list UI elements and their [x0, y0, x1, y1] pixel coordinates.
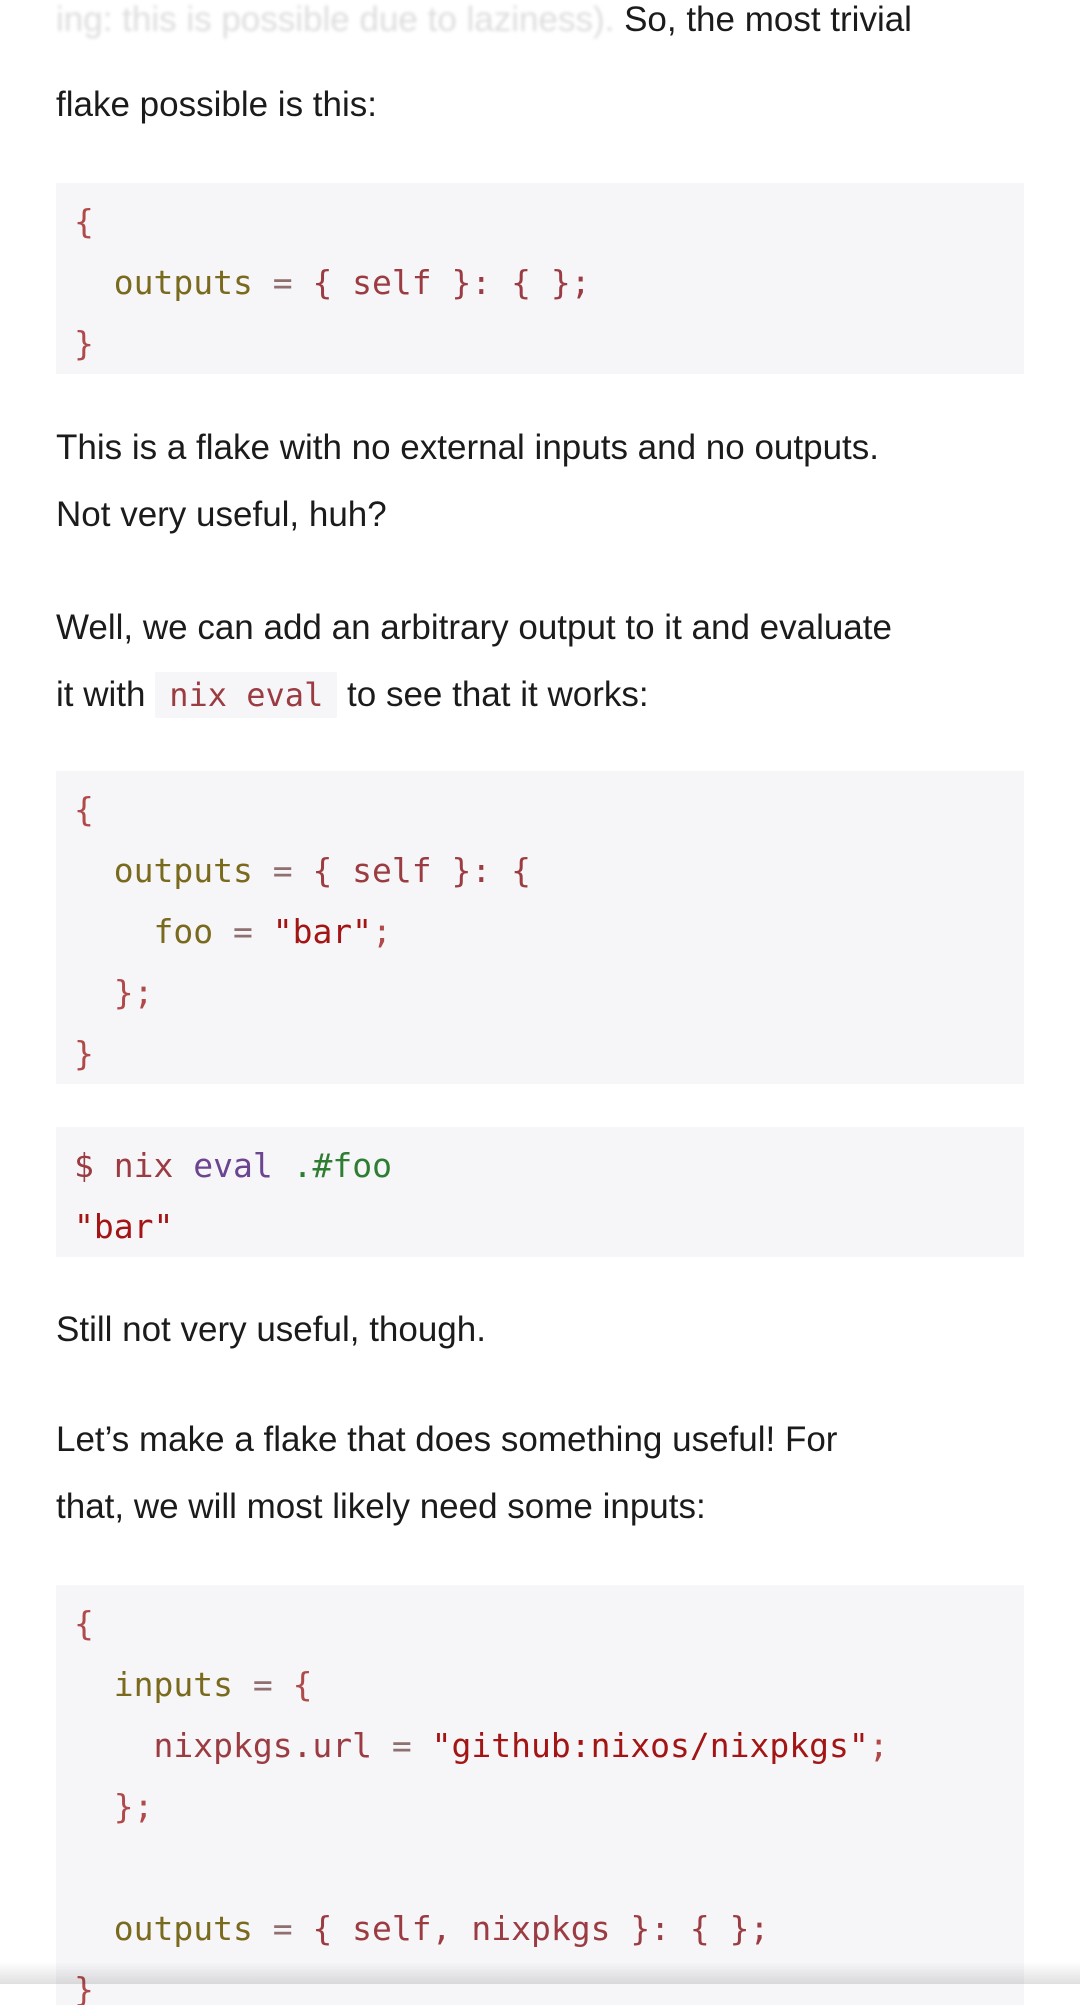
paragraph-eval: Well, we can add an arbitrary output to … — [56, 594, 1024, 729]
paragraph-useful-flake-line-2: that, we will most likely need some inpu… — [56, 1487, 706, 1526]
code-block-foo-output: { outputs = { self }: { foo = "bar"; }; … — [56, 771, 1024, 1084]
intro-faded-text: ing: this is possible due to laziness). — [56, 0, 615, 39]
paragraph-no-inputs: This is a flake with no external inputs … — [56, 414, 1024, 548]
paragraph-eval-line-1: Well, we can add an arbitrary output to … — [56, 608, 892, 647]
code-block-trivial-flake: { outputs = { self }: { }; } — [56, 183, 1024, 374]
bottom-edge-shadow — [0, 1962, 1080, 1984]
inline-code-nix-eval: nix eval — [155, 672, 338, 718]
intro-cut-line: ing: this is possible due to laziness). … — [56, 0, 1024, 50]
paragraph-useful-flake-line-1: Let’s make a flake that does something u… — [56, 1420, 838, 1459]
paragraph-no-inputs-line-2: Not very useful, huh? — [56, 495, 387, 534]
terminal-block-nix-eval: $ nix eval .#foo "bar" — [56, 1127, 1024, 1257]
paragraph-eval-line-2: it with nix eval to see that it works: — [56, 661, 1024, 729]
paragraph-still-not-useful: Still not very useful, though. — [56, 1310, 486, 1349]
intro-line-2: flake possible is this: — [56, 85, 377, 124]
paragraph-useful-flake: Let’s make a flake that does something u… — [56, 1406, 1024, 1540]
code-block-inputs-flake: { inputs = { nixpkgs.url = "github:nixos… — [56, 1585, 1024, 2005]
intro-visible-text: So, the most trivial — [624, 0, 912, 39]
paragraph-no-inputs-line-1: This is a flake with no external inputs … — [56, 428, 879, 467]
